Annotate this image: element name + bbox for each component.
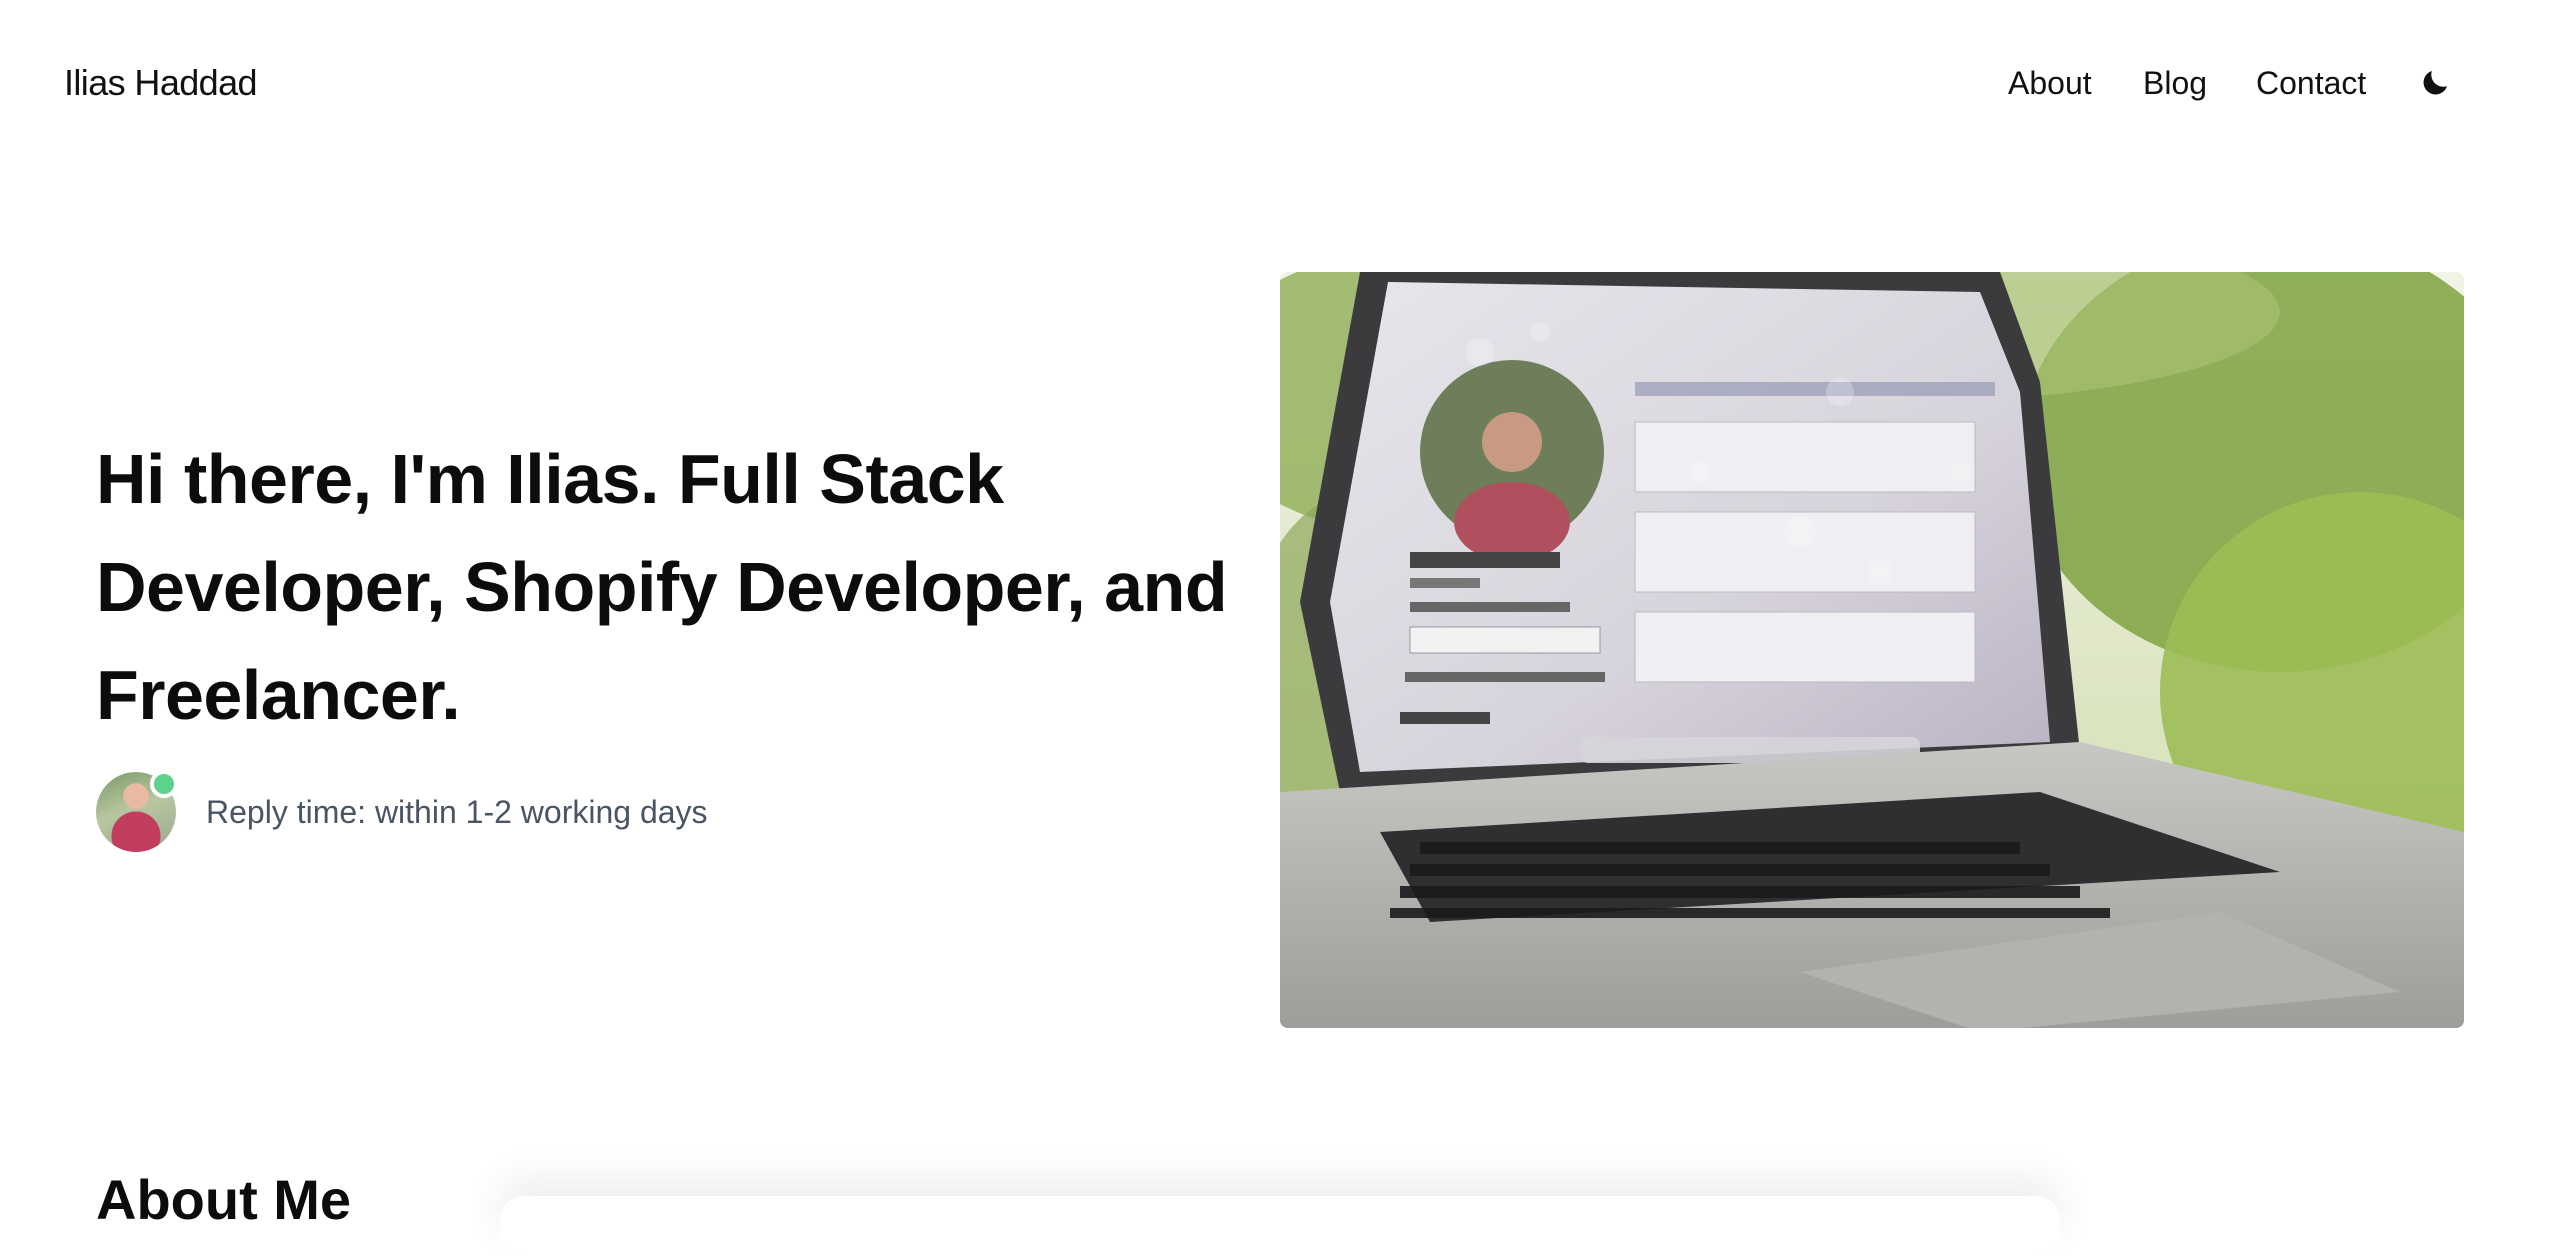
moon-icon [2423, 70, 2448, 95]
about-heading: About Me [96, 1168, 352, 1231]
hero-intro: Hi there, I'm Ilias. Full Stack Develope… [96, 425, 1256, 749]
reply-time-row: Reply time: within 1-2 working days [96, 770, 708, 852]
hero-laptop-photo [1280, 272, 2464, 1028]
main-nav: About Blog Contact [0, 62, 2560, 104]
online-status-dot [150, 770, 178, 798]
hero-headline: Hi there, I'm Ilias. Full Stack Develope… [96, 440, 1228, 734]
laptop-photo [1280, 272, 2464, 1028]
theme-toggle-button[interactable] [2418, 66, 2452, 100]
site-header: Ilias Haddad About Blog Contact [0, 0, 2560, 166]
nav-contact-link[interactable]: Contact [2256, 62, 2366, 104]
nav-about-link[interactable]: About [2008, 62, 2092, 104]
nav-blog-link[interactable]: Blog [2143, 62, 2207, 104]
reply-time-text: Reply time: within 1-2 working days [206, 793, 708, 830]
about-card [500, 1196, 2060, 1256]
avatar [96, 770, 178, 852]
